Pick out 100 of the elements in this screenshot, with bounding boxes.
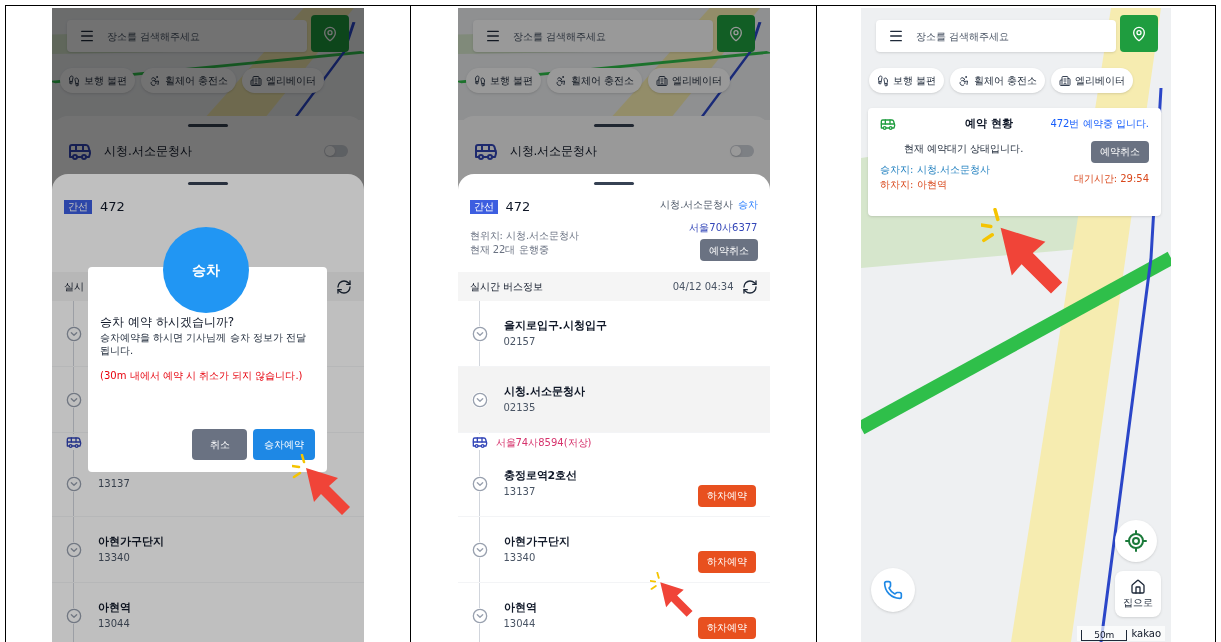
route-info: 현위치: 시청.서소문청사 [469, 228, 580, 243]
route-number: 472 [100, 198, 125, 216]
alarm-toggle[interactable] [729, 145, 754, 157]
menu-icon[interactable] [888, 28, 904, 44]
location-button[interactable] [1120, 15, 1158, 52]
filter-chip[interactable]: 엘리베이터 [647, 68, 730, 93]
stop-row[interactable]: 아현가구단지 13340 [52, 517, 364, 583]
stop-marker-icon [471, 391, 488, 408]
search-placeholder: 장소를 검색해주세요 [107, 29, 201, 44]
footprints-icon [68, 74, 80, 87]
building-icon [655, 74, 668, 87]
boarding-label: 승차 [737, 198, 758, 212]
dialog-warning: (30m 내에서 예약 시 취소가 되지 않습니다.) [100, 369, 304, 382]
stop-name: 시청.서소문청사 [503, 383, 586, 400]
phone-icon [883, 580, 903, 600]
route-info: 현재 22대 운행중 [469, 242, 550, 257]
cancel-reservation-button[interactable]: 예약취소 [1091, 140, 1149, 163]
stop-marker-icon [66, 541, 82, 558]
plate-number: 서울70사6377 [689, 221, 758, 235]
filter-chip[interactable]: 휠체어 충전소 [950, 68, 1046, 93]
wheelchair-icon [554, 74, 567, 87]
home-button[interactable]: 집으로 [1115, 571, 1161, 617]
wheelchair-icon [958, 74, 971, 87]
search-field[interactable]: 장소를 검색해주세요 [876, 20, 1116, 52]
stop-marker-icon [66, 475, 82, 492]
stop-marker-icon [471, 541, 488, 558]
search-placeholder: 장소를 검색해주세요 [916, 29, 1010, 44]
search-field[interactable]: 장소를 검색해주세요 [472, 20, 713, 52]
filter-chip[interactable]: 보행 불편 [869, 68, 945, 93]
refresh-icon[interactable] [336, 278, 352, 295]
stop-name: 시청.서소문청사 [104, 143, 193, 160]
pointer-arrow-drawing [292, 454, 352, 518]
filter-chip[interactable]: 휠체어 충전소 [546, 68, 642, 93]
pin-icon [727, 25, 744, 42]
stop-marker-icon [471, 607, 488, 624]
route-number: 472 [505, 198, 531, 216]
pointer-arrow-drawing [649, 572, 694, 619]
stop-code: 13340 [98, 551, 131, 566]
bus-icon [880, 116, 896, 132]
wheelchair-icon [149, 74, 162, 87]
menu-icon[interactable] [484, 28, 501, 44]
stop-name: 아현역 [503, 599, 538, 616]
stop-row[interactable]: 아현역 13044 [52, 583, 364, 642]
bus-icon [471, 434, 488, 450]
filter-chip[interactable]: 휠체어 충전소 [141, 68, 237, 93]
filter-chip[interactable]: 엘리베이터 [242, 68, 325, 93]
footprints-icon [473, 74, 486, 87]
stop-marker-icon [471, 475, 488, 492]
stop-marker-icon [66, 607, 82, 624]
reservation-status: 472번 예약중 입니다. [1050, 117, 1149, 131]
search-field[interactable]: 장소를 검색해주세요 [67, 20, 307, 52]
stop-name: 아현역 [98, 599, 132, 616]
stop-code: 02157 [503, 335, 537, 350]
stop-code: 13044 [503, 617, 537, 632]
stop-marker-icon [471, 325, 488, 342]
cancel-button[interactable]: 취소 [192, 429, 247, 460]
pin-icon [322, 25, 338, 42]
map-brand: kakao [1131, 627, 1161, 641]
confirm-button[interactable]: 승차예약 [253, 429, 315, 460]
card-title: 예약 현황 [965, 116, 1014, 132]
alighting-stop: 하차지: 아현역 [880, 177, 948, 192]
stop-code: 13137 [98, 477, 131, 491]
boarding-stop: 승차지: 시청.서소문청사 [880, 162, 991, 177]
alight-reservation-button[interactable]: 하차예약 [697, 550, 756, 573]
route-type-badge: 간선 [64, 199, 92, 214]
refresh-icon[interactable] [741, 278, 758, 295]
alight-reservation-button[interactable]: 하차예약 [697, 484, 756, 507]
alight-reservation-button[interactable]: 하차예약 [697, 616, 756, 639]
stop-code: 13137 [503, 485, 537, 500]
stop-marker-icon [66, 391, 82, 408]
stop-name: 아현가구단지 [503, 533, 571, 550]
dialog-message: 승차예약을 하시면 기사님께 승차 정보가 전달됩니다. [100, 331, 307, 357]
stop-row[interactable]: 시청.서소문청사 02135 [457, 367, 770, 433]
stop-row[interactable]: 아현가구단지 13340 하차예약 [457, 517, 770, 583]
direction-label: 시청.서소문청사 [660, 198, 734, 212]
realtime-title: 실시간 버스정보 [469, 280, 543, 294]
filter-chip[interactable]: 보행 불편 [60, 68, 136, 93]
location-button[interactable] [716, 15, 755, 52]
filter-chip[interactable]: 보행 불편 [465, 68, 541, 93]
location-button[interactable] [311, 15, 349, 52]
realtime-title: 실시 [64, 280, 84, 294]
pin-icon [1131, 25, 1147, 42]
waiting-message: 현재 예약대기 상태입니다. [904, 141, 1024, 156]
stop-name: 시청.서소문청사 [509, 143, 599, 160]
building-icon [250, 74, 263, 87]
home-icon [1130, 578, 1146, 595]
bus-plate: 서울74사8594(저상) [495, 435, 592, 450]
alarm-toggle[interactable] [324, 145, 348, 157]
filter-chip[interactable]: 엘리베이터 [1051, 68, 1134, 93]
route-type-badge: 간선 [469, 199, 498, 214]
wait-time: 대기시간: 29:54 [1073, 171, 1149, 186]
stop-code: 02135 [503, 401, 537, 416]
stop-marker-icon [66, 325, 82, 342]
cancel-reservation-button[interactable]: 예약취소 [699, 239, 758, 261]
stop-row[interactable]: 충정로역2호선 13137 하차예약 [457, 451, 770, 517]
building-icon [1059, 74, 1072, 87]
update-time: 04/12 04:34 [672, 280, 734, 294]
search-placeholder: 장소를 검색해주세요 [512, 29, 606, 44]
footprints-icon [877, 74, 889, 87]
stop-name: 아현가구단지 [98, 533, 165, 550]
